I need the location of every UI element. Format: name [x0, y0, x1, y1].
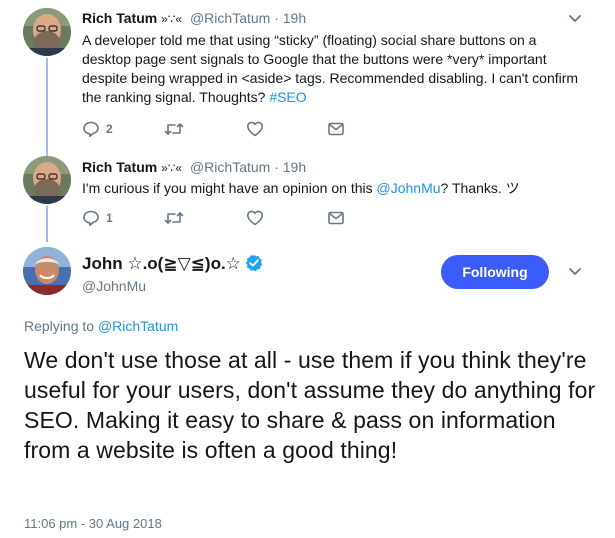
tweet-time[interactable]: 19h [283, 159, 306, 175]
thread-tweet-2[interactable]: Rich Tatum »∵« @RichTatum · 19h I'm curi… [0, 150, 615, 240]
like-icon [247, 121, 263, 137]
author-name[interactable]: Rich Tatum [82, 159, 157, 175]
retweet-button[interactable] [164, 119, 190, 139]
tweet-header: Rich Tatum »∵« @RichTatum · 19h [82, 10, 306, 26]
tweet-text: A developer told me that using “sticky” … [82, 31, 582, 107]
author-name-suffix: »∵« [161, 161, 183, 175]
reply-button[interactable]: 1 [82, 208, 113, 228]
dm-icon [328, 122, 344, 136]
tweet-actions: 1 [82, 208, 352, 228]
verified-badge-icon [245, 254, 263, 272]
author-handle[interactable]: @RichTatum [190, 10, 270, 26]
tweet-time[interactable]: 19h [283, 10, 306, 26]
retweet-button[interactable] [164, 208, 190, 228]
replying-to: Replying to @RichTatum [24, 318, 178, 334]
reply-count: 1 [106, 211, 113, 225]
tweet-text: I'm curious if you might have an opinion… [82, 179, 602, 198]
reply-icon [83, 210, 99, 226]
main-tweet-text: We don't use those at all - use them if … [24, 347, 596, 463]
reply-button[interactable]: 2 [82, 119, 113, 139]
author-name[interactable]: John ☆.o(≧▽≦)o.☆ [82, 254, 241, 273]
tweet-text-main: I'm curious if you might have an opinion… [82, 180, 377, 196]
reply-icon [83, 121, 99, 137]
hashtag-link[interactable]: #SEO [269, 89, 306, 105]
tweet-text-end: ? Thanks. ツ [440, 180, 520, 196]
following-button[interactable]: Following [441, 255, 549, 289]
author-handle[interactable]: @JohnMu [82, 278, 146, 294]
like-button[interactable] [246, 208, 270, 228]
direct-message-button[interactable] [327, 208, 345, 228]
tweet-header: Rich Tatum »∵« @RichTatum · 19h [82, 159, 306, 175]
like-icon [247, 210, 263, 226]
separator-dot: · [274, 159, 279, 175]
replying-prefix: Replying to [24, 318, 98, 334]
separator-dot: · [274, 10, 279, 26]
like-button[interactable] [246, 119, 270, 139]
tweet-timestamp[interactable]: 11:06 pm - 30 Aug 2018 [24, 516, 162, 531]
tweet-actions: 2 [82, 119, 352, 139]
tweet-text-main: A developer told me that using “sticky” … [82, 32, 579, 105]
author-handle[interactable]: @RichTatum [190, 159, 270, 175]
retweet-icon [164, 212, 184, 224]
avatar[interactable] [23, 8, 71, 56]
author-name[interactable]: Rich Tatum [82, 10, 157, 26]
avatar[interactable] [23, 156, 71, 204]
chevron-down-icon[interactable] [568, 14, 582, 24]
reply-count: 2 [106, 122, 113, 136]
retweet-icon [164, 123, 184, 135]
chevron-down-icon[interactable] [568, 267, 582, 277]
avatar[interactable] [23, 247, 71, 295]
thread-tweet-1[interactable]: Rich Tatum »∵« @RichTatum · 19h A develo… [0, 0, 615, 150]
direct-message-button[interactable] [327, 119, 345, 139]
author-name-suffix: »∵« [161, 12, 183, 26]
dm-icon [328, 211, 344, 225]
author-name-row: John ☆.o(≧▽≦)o.☆ [82, 254, 263, 274]
mention-link[interactable]: @JohnMu [377, 180, 441, 196]
replying-to-link[interactable]: @RichTatum [98, 318, 178, 334]
